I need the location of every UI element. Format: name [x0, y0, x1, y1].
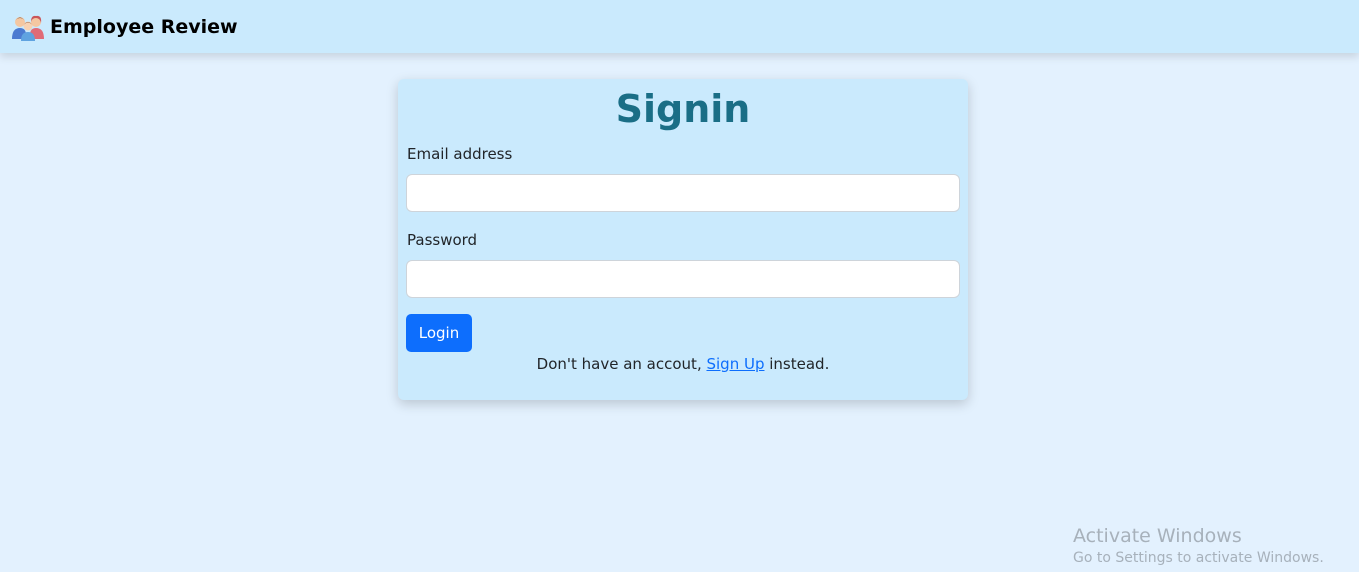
email-label: Email address: [407, 145, 513, 163]
team-people-icon: [12, 13, 44, 41]
signup-suffix-text: instead.: [764, 355, 830, 373]
watermark-title: Activate Windows: [1073, 525, 1242, 547]
password-label: Password: [407, 231, 478, 249]
windows-activation-watermark: Activate Windows Go to Settings to activ…: [1073, 524, 1324, 568]
watermark-subtitle: Go to Settings to activate Windows.: [1073, 550, 1324, 566]
password-field[interactable]: [406, 260, 960, 298]
login-button[interactable]: Login: [406, 314, 472, 352]
signup-prompt: Don't have an accout, Sign Up instead.: [398, 355, 968, 373]
brand-title: Employee Review: [50, 15, 238, 38]
signup-prefix-text: Don't have an accout,: [536, 355, 707, 373]
signin-title: Signin: [615, 87, 751, 131]
navbar: Employee Review: [0, 0, 1359, 53]
signin-card: Signin Email address Password Login Don'…: [398, 79, 968, 400]
navbar-brand[interactable]: Employee Review: [12, 13, 238, 41]
email-field[interactable]: [406, 174, 960, 212]
signup-link[interactable]: Sign Up: [706, 355, 764, 373]
